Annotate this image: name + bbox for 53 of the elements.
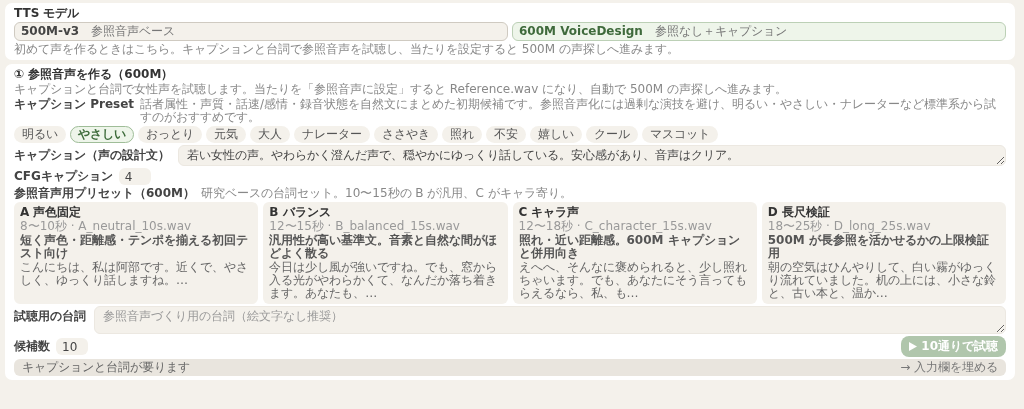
fill-inputs-link[interactable]: → 入力欄を埋める <box>900 361 998 374</box>
preset-chip[interactable]: マスコット <box>642 126 718 143</box>
preset-card[interactable]: B バランス 12〜15秒 · B_balanced_15s.wav 汎用性が高い基準文。音素と自然な間がほどよく散る 今日は少し風が強いですね。でも、窓から入る光がやわらかくて、なんだか落ち着きます。あなたも、… <box>263 202 508 304</box>
field-label: CFGキャプション <box>14 170 113 183</box>
count-field[interactable]: 10 <box>56 338 88 355</box>
preset-title: D 長尺検証 <box>767 206 831 219</box>
field-label: 参照音声用プリセット（600M） <box>14 187 195 200</box>
preset-meta: 12〜15秒 · B_balanced_15s.wav <box>269 220 461 233</box>
preset-title: B バランス <box>269 206 332 219</box>
preset-chip[interactable]: 大人 <box>250 126 290 143</box>
preset-chip[interactable]: ナレーター <box>294 126 370 143</box>
model-option[interactable]: 600M VoiceDesign 参照なし＋キャプション <box>512 22 1006 41</box>
cfg-field[interactable]: 4 <box>118 168 151 185</box>
play-icon <box>909 342 918 351</box>
caption-field[interactable]: 若い女性の声。やわらかく澄んだ声で、穏やかにゆっくり話している。安心感があり、音声はクリア。 <box>178 145 1006 166</box>
preset-sample: えへへ、そんなに褒められると、少し照れちゃいます。でも、あなたにそう言ってもらえるなら、私、も… <box>518 261 748 300</box>
preset-sample: 今日は少し風が強いですね。でも、窓から入る光がやわらかくて、なんだか落ち着きます。あなたも、… <box>269 261 499 300</box>
model-option[interactable]: 500M-v3 参照音声ベース <box>14 22 508 41</box>
preset-sample: 朝の空気はひんやりして、白い霧がゆっくり流れていました。机の上には、小さな鈴と、古い本と、温か… <box>767 261 997 300</box>
field-label: キャプション（声の設計文） <box>14 147 170 162</box>
preset-purpose: 照れ・近い距離感。600M キャプションと併用向き <box>518 234 741 260</box>
preset-chip[interactable]: ささやき <box>374 126 438 143</box>
preset-chip[interactable]: 不安 <box>486 126 526 143</box>
preset-card[interactable]: C キャラ声 12〜18秒 · C_character_15s.wav 照れ・近い距離感。600M キャプションと併用向き えへへ、そんなに褒められると、少し照れちゃいます。でも、あなたにそう言ってもらえるなら、私、も… <box>512 202 757 304</box>
preset-meta: 8〜10秒 · A_neutral_10s.wav <box>20 220 193 233</box>
preset-title: C キャラ声 <box>518 206 581 219</box>
help-text: 初めて声を作るときはこちら。キャプションと台詞で参照音声を試聴し、当たりを設定すると 500M の声探しへ進みます。 <box>14 43 680 56</box>
preset-purpose: 汎用性が高い基準文。音素と自然な間がほどよく散る <box>269 234 499 260</box>
section-title: ① 参照音声を作る（600M） <box>14 68 175 81</box>
section-title: TTS モデル <box>14 7 81 20</box>
preset-chip[interactable]: 元気 <box>206 126 246 143</box>
field-label: キャプション Preset <box>14 98 135 111</box>
preset-meta: 12〜18秒 · C_character_15s.wav <box>518 220 713 233</box>
preset-chip[interactable]: おっとり <box>138 126 202 143</box>
preset-chip[interactable]: 照れ <box>442 126 482 143</box>
status-message: キャプションと台詞が要ります <box>22 361 190 374</box>
preset-sample: こんにちは、私は阿部です。近くで、やさしく、ゆっくり話しますね。… <box>20 261 249 287</box>
field-label: 試聴用の台詞 <box>14 308 86 323</box>
preset-card[interactable]: A 声色固定 8〜10秒 · A_neutral_10s.wav 短く声色・距離感・テンポを揃える初回テスト向け こんにちは、私は阿部です。近くで、やさしく、ゆっくり話しますね。… <box>14 202 259 304</box>
preset-card[interactable]: D 長尺検証 18〜25秒 · D_long_25s.wav 500M が長参照を活かせるかの上限検証用 朝の空気はひんやりして、白い霧がゆっくり流れていました。机の上には、小さな鈴と、古い本と、温か… <box>761 202 1006 304</box>
help-text: 話者属性・声質・話速/感情・録音状態を自然文にまとめた初期候補です。参照音声化には過剰な演技を避け、明るい・やさしい・ナレーターなど標準系から試すのがおすすめです。 <box>140 98 998 124</box>
preset-chip[interactable]: クール <box>586 126 638 143</box>
preset-meta: 18〜25秒 · D_long_25s.wav <box>767 220 932 233</box>
preset-title: A 声色固定 <box>20 206 83 219</box>
preset-chip[interactable]: やさしい <box>70 126 134 143</box>
help-text: 研究ベースの台詞セット。10〜15秒の B が汎用、C がキャラ寄り。 <box>201 187 572 200</box>
preset-chip[interactable]: 嬉しい <box>530 126 582 143</box>
preset-purpose: 短く声色・距離感・テンポを揃える初回テスト向け <box>20 234 249 260</box>
preset-purpose: 500M が長参照を活かせるかの上限検証用 <box>767 234 990 260</box>
script-field[interactable]: 参照音声づくり用の台詞（絵文字なし推奨） <box>94 306 1006 334</box>
help-text: キャプションと台詞で女性声を試聴します。当たりを「参照音声に設定」すると Reference.wav になり、自動で 500M の声探しへ進みます。 <box>14 83 789 96</box>
preset-chip[interactable]: 明るい <box>14 126 66 143</box>
field-label: 候補数 <box>14 340 50 353</box>
